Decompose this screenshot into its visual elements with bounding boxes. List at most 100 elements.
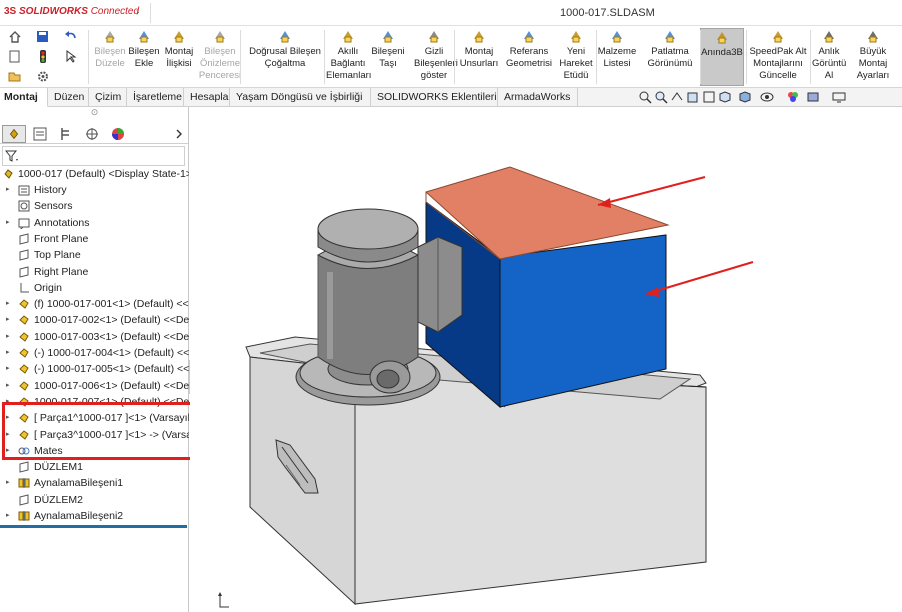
dimxpert-tab-icon[interactable] bbox=[80, 125, 104, 143]
tree-item-label: Top Plane bbox=[34, 249, 81, 262]
tab-4[interactable]: Hesapla bbox=[186, 88, 230, 107]
ribbon-button-9[interactable]: Referans Geometrisi bbox=[502, 28, 556, 86]
expand-icon[interactable]: ▸ bbox=[6, 312, 14, 328]
dynamic-annotation-icon[interactable] bbox=[702, 90, 716, 104]
ribbon-button-16[interactable]: Büyük Montaj Ayarları bbox=[852, 28, 894, 86]
ribbon-button-label: SpeedPak Alt Montajlarını Güncelle bbox=[749, 46, 807, 81]
ribbon-button-14[interactable]: SpeedPak Alt Montajlarını Güncelle bbox=[746, 28, 810, 86]
display-style-icon[interactable] bbox=[738, 90, 752, 104]
tree-item[interactable]: Top Plane bbox=[0, 247, 189, 263]
ribbon-button-11[interactable]: Malzeme Listesi bbox=[596, 28, 638, 86]
tab-3[interactable]: İşaretleme bbox=[129, 88, 184, 107]
ribbon-button-label: Bileşeni Taşı bbox=[371, 46, 405, 69]
section-view-icon[interactable] bbox=[686, 90, 700, 104]
ribbon-button-label: Bileşen Ekle bbox=[128, 46, 160, 69]
expand-icon[interactable]: ▸ bbox=[6, 296, 14, 312]
tree-item[interactable]: Right Plane bbox=[0, 264, 189, 280]
tree-item[interactable]: ▸ (-) 1000-017-005<1> (Default) << bbox=[0, 361, 189, 377]
zoom-to-fit-icon[interactable] bbox=[638, 90, 652, 104]
filter-icon[interactable] bbox=[5, 150, 19, 162]
edit-appearance-icon[interactable] bbox=[786, 90, 800, 104]
ribbon-button-8[interactable]: Montaj Unsurları bbox=[458, 28, 500, 86]
property-manager-tab-icon[interactable] bbox=[28, 125, 52, 143]
tree-item[interactable]: ▸ (-) 1000-017-004<1> (Default) << bbox=[0, 345, 189, 361]
graphics-area[interactable] bbox=[190, 107, 902, 612]
panel-grip[interactable]: ⊙ bbox=[0, 107, 189, 123]
tree-item[interactable]: ▸ History bbox=[0, 182, 189, 198]
tree-item[interactable]: DÜZLEM1 bbox=[0, 459, 189, 475]
display-manager-tab-icon[interactable] bbox=[106, 125, 130, 143]
ribbon-button-0[interactable]: Bileşen Düzele bbox=[92, 28, 128, 86]
ribbon-button-1[interactable]: Bileşen Ekle bbox=[126, 28, 162, 86]
ribbon-button-15[interactable]: Anlık Görüntü Al bbox=[812, 28, 846, 86]
divider bbox=[454, 30, 455, 84]
tree-item-label: (-) 1000-017-005<1> (Default) << bbox=[34, 363, 189, 376]
expand-icon[interactable]: ▸ bbox=[6, 378, 14, 394]
tree-item[interactable]: ▸ 1000-017-002<1> (Default) <<De bbox=[0, 312, 189, 328]
tab-0[interactable]: Montaj bbox=[0, 88, 48, 107]
ribbon-button-3[interactable]: Bileşen Önizleme Penceresi bbox=[198, 28, 242, 86]
gear-icon[interactable] bbox=[36, 70, 50, 83]
tree-item[interactable]: ▸ Annotations bbox=[0, 215, 189, 231]
solidworks-logo[interactable]: 3S SOLIDWORKS Connected bbox=[4, 6, 139, 17]
tab-5[interactable]: Yaşam Döngüsü ve İşbirliği bbox=[232, 88, 371, 107]
rollback-bar[interactable] bbox=[0, 525, 187, 528]
tree-item[interactable]: DÜZLEM2 bbox=[0, 492, 189, 508]
ribbon-button-10[interactable]: Yeni Hareket Etüdü bbox=[558, 28, 594, 86]
tree-item[interactable]: ▸ 1000-017-006<1> (Default) <<De bbox=[0, 378, 189, 394]
tab-6[interactable]: SOLIDWORKS Eklentileri bbox=[373, 88, 498, 107]
ribbon-button-6[interactable]: Bileşeni Taşı bbox=[370, 28, 406, 86]
tab-7[interactable]: ArmadaWorks bbox=[500, 88, 578, 107]
undo-icon[interactable] bbox=[64, 30, 78, 43]
ribbon-button-13[interactable]: Anında3B bbox=[700, 28, 744, 86]
view-orientation-icon[interactable] bbox=[718, 90, 732, 104]
tree-item[interactable]: Front Plane bbox=[0, 231, 189, 247]
origin-icon bbox=[20, 282, 29, 293]
expand-icon[interactable]: ▸ bbox=[6, 345, 14, 361]
ribbon-button-5[interactable]: Akıllı Bağlantı Elemanları bbox=[326, 28, 371, 86]
tree-item[interactable]: Sensors bbox=[0, 198, 189, 214]
tab-2[interactable]: Çizim bbox=[91, 88, 127, 107]
chevron-right-icon[interactable]: › bbox=[136, 7, 144, 19]
tree-item[interactable]: ▸ 1000-017-003<1> (Default) <<De bbox=[0, 329, 189, 345]
previous-view-icon[interactable] bbox=[670, 90, 684, 104]
configuration-manager-tab-icon[interactable] bbox=[54, 125, 78, 143]
command-manager: Bileşen Düzele Bileşen Ekle Montaj İlişkis… bbox=[0, 26, 902, 88]
feature-manager-tab-icon[interactable] bbox=[2, 125, 26, 143]
new-document-icon[interactable] bbox=[8, 50, 22, 63]
tree-item[interactable]: ▸ (f) 1000-017-001<1> (Default) <<De bbox=[0, 296, 189, 312]
pointer-icon[interactable] bbox=[64, 50, 78, 63]
hide-show-items-icon[interactable] bbox=[760, 90, 774, 104]
expand-icon[interactable]: ▸ bbox=[6, 182, 14, 198]
panel-tabs bbox=[0, 124, 189, 144]
tree-item[interactable]: Origin bbox=[0, 280, 189, 296]
view-settings-icon[interactable] bbox=[832, 90, 846, 104]
tree-root[interactable]: 1000-017 (Default) <Display State-1> bbox=[0, 166, 189, 182]
tree-item-label: Annotations bbox=[34, 216, 90, 229]
traffic-light-icon[interactable] bbox=[36, 50, 50, 63]
expand-icon[interactable]: ▸ bbox=[6, 508, 14, 524]
tree-item[interactable]: ▸ AynalamaBileşeni1 bbox=[0, 475, 189, 491]
ribbon-button-12[interactable]: Patlatma Görünümü bbox=[642, 28, 698, 86]
ribbon-button-7[interactable]: Gizli Bileşenleri göster bbox=[414, 28, 458, 86]
expand-icon[interactable]: ▸ bbox=[6, 475, 14, 491]
filter-box[interactable] bbox=[2, 146, 185, 166]
save-icon[interactable] bbox=[36, 30, 50, 43]
chevron-right-icon[interactable] bbox=[174, 128, 184, 140]
ribbon-button-2[interactable]: Montaj İlişkisi bbox=[162, 28, 196, 86]
ribbon-button-4[interactable]: Doğrusal Bileşen Çoğaltma bbox=[244, 28, 326, 86]
tab-1[interactable]: Düzen bbox=[50, 88, 89, 107]
ribbon-icon bbox=[280, 31, 290, 43]
apply-scene-icon[interactable] bbox=[806, 90, 820, 104]
open-icon[interactable] bbox=[8, 70, 22, 83]
tree-item-label: Sensors bbox=[34, 200, 73, 213]
home-icon[interactable] bbox=[8, 30, 22, 43]
expand-icon[interactable]: ▸ bbox=[6, 215, 14, 231]
tree-item[interactable]: ▸ AynalamaBileşeni2 bbox=[0, 508, 189, 524]
expand-icon[interactable]: ▸ bbox=[6, 361, 14, 377]
part-icon bbox=[19, 332, 29, 342]
ribbon-icon bbox=[571, 31, 581, 43]
ribbon-icon bbox=[174, 31, 184, 43]
expand-icon[interactable]: ▸ bbox=[6, 329, 14, 345]
zoom-area-icon[interactable] bbox=[654, 90, 668, 104]
